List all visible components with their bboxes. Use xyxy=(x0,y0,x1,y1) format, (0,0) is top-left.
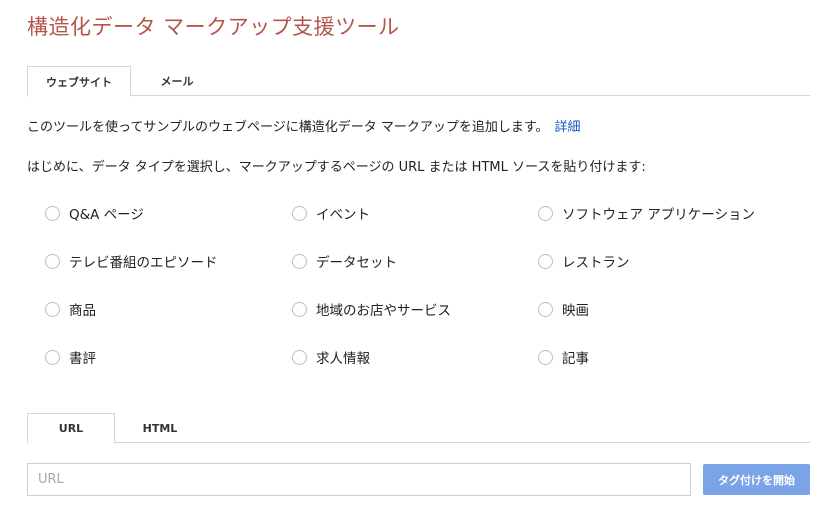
url-input[interactable] xyxy=(27,463,691,496)
option-label: レストラン xyxy=(562,255,630,271)
option-product[interactable]: 商品 xyxy=(45,299,96,319)
learn-more-link[interactable]: 詳細 xyxy=(555,120,581,135)
option-software-application[interactable]: ソフトウェア アプリケーション xyxy=(538,203,755,223)
radio-button[interactable] xyxy=(45,301,60,317)
option-article[interactable]: 記事 xyxy=(538,347,589,367)
option-restaurant[interactable]: レストラン xyxy=(538,251,630,271)
source-tabs: URL HTML xyxy=(27,413,810,444)
tab-html[interactable]: HTML xyxy=(131,413,189,443)
radio-button[interactable] xyxy=(538,253,553,269)
radio-button[interactable] xyxy=(538,349,553,365)
page-title: 構造化データ マークアップ支援ツール xyxy=(27,15,400,39)
option-movie[interactable]: 映画 xyxy=(538,299,589,319)
intro-sentence: このツールを使ってサンプルのウェブページに構造化データ マークアップを追加します… xyxy=(27,120,549,135)
option-label: ソフトウェア アプリケーション xyxy=(562,207,756,223)
option-book-review[interactable]: 書評 xyxy=(45,347,96,367)
start-tagging-button[interactable]: タグ付けを開始 xyxy=(703,464,810,495)
radio-button[interactable] xyxy=(45,205,60,221)
option-dataset[interactable]: データセット xyxy=(292,251,397,271)
option-label: 映画 xyxy=(562,303,589,319)
option-qa-page[interactable]: Q&A ページ xyxy=(45,203,144,223)
option-label: 記事 xyxy=(562,351,589,367)
radio-button[interactable] xyxy=(292,301,307,317)
option-local-business[interactable]: 地域のお店やサービス xyxy=(292,299,451,319)
option-label: 地域のお店やサービス xyxy=(316,303,451,319)
intro-text: このツールを使ってサンプルのウェブページに構造化データ マークアップを追加します… xyxy=(27,116,581,135)
instruction-text: はじめに、データ タイプを選択し、マークアップするページの URL または HT… xyxy=(27,160,646,175)
option-label: イベント xyxy=(316,207,370,223)
option-tv-episode[interactable]: テレビ番組のエピソード xyxy=(45,251,218,271)
tab-email[interactable]: メール xyxy=(145,66,209,96)
option-label: 書評 xyxy=(69,351,96,367)
option-label: 求人情報 xyxy=(316,351,370,367)
content-type-tabs: ウェブサイト メール xyxy=(27,66,810,97)
option-label: データセット xyxy=(316,255,397,271)
radio-button[interactable] xyxy=(45,349,60,365)
option-event[interactable]: イベント xyxy=(292,203,370,223)
radio-button[interactable] xyxy=(538,205,553,221)
option-label: テレビ番組のエピソード xyxy=(69,255,218,271)
option-job-posting[interactable]: 求人情報 xyxy=(292,347,370,367)
option-label: 商品 xyxy=(69,303,96,319)
option-label: Q&A ページ xyxy=(69,207,144,223)
radio-button[interactable] xyxy=(292,205,307,221)
tab-website[interactable]: ウェブサイト xyxy=(27,66,131,97)
radio-button[interactable] xyxy=(292,349,307,365)
radio-button[interactable] xyxy=(538,301,553,317)
tab-url[interactable]: URL xyxy=(27,413,115,444)
radio-button[interactable] xyxy=(292,253,307,269)
radio-button[interactable] xyxy=(45,253,60,269)
